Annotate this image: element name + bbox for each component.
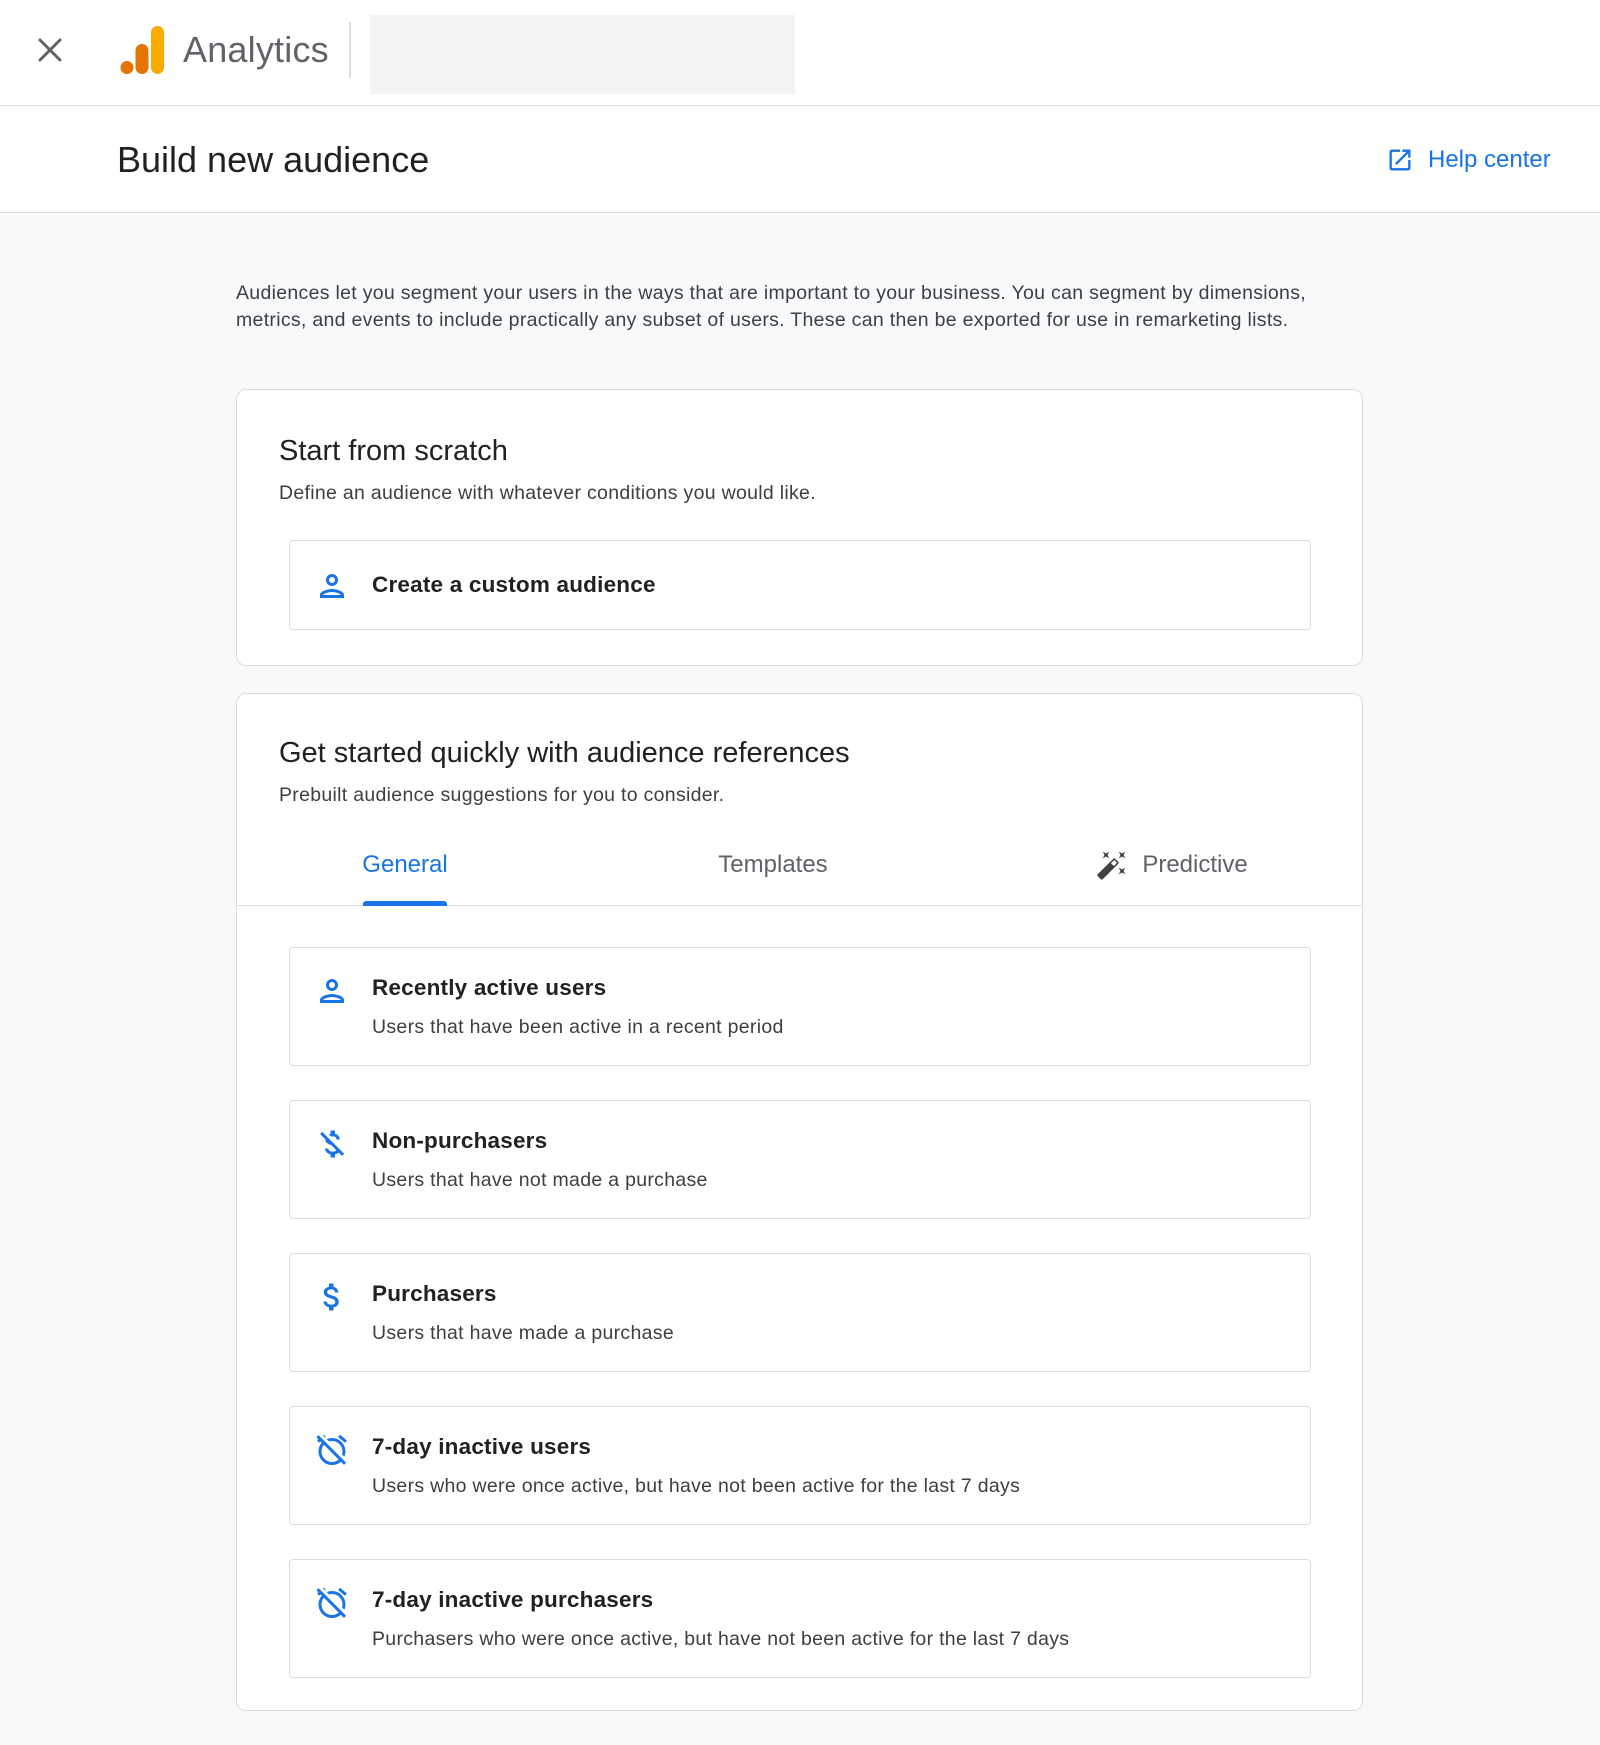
option-description: Users that have not made a purchase — [372, 1169, 708, 1191]
tab-label: General — [362, 851, 448, 878]
audience-option-7-day-inactive-users[interactable]: 7-day inactive users Users who were once… — [289, 1406, 1311, 1525]
account-selector[interactable] — [370, 15, 795, 94]
option-title: 7-day inactive purchasers — [372, 1587, 654, 1612]
audience-references-card: Get started quickly with audience refere… — [236, 693, 1363, 1711]
help-center-label: Help center — [1428, 146, 1551, 173]
close-button[interactable] — [26, 26, 74, 74]
alarm-off-icon — [316, 1434, 347, 1465]
tab-predictive[interactable]: Predictive — [1047, 824, 1297, 906]
help-center-link[interactable]: Help center — [1386, 142, 1551, 178]
money-off-icon — [320, 1130, 345, 1158]
audience-option-7-day-inactive-purchasers[interactable]: 7-day inactive purchasers Purchasers who… — [289, 1559, 1311, 1678]
title-bar: Build new audience Help center — [0, 106, 1600, 213]
person-icon — [320, 979, 344, 1003]
tab-label: Predictive — [1142, 851, 1248, 878]
start-from-scratch-card: Start from scratch Define an audience wi… — [236, 389, 1363, 666]
close-icon — [38, 38, 62, 62]
tab-templates[interactable]: Templates — [673, 824, 873, 906]
card-title: Start from scratch — [279, 435, 508, 467]
option-title: Purchasers — [372, 1281, 497, 1306]
header-divider — [349, 22, 351, 78]
open-in-new-icon — [1389, 149, 1411, 171]
card-title: Get started quickly with audience refere… — [279, 737, 850, 769]
top-app-bar: Analytics — [0, 0, 1600, 106]
tab-general[interactable]: General — [337, 824, 473, 906]
page-title: Build new audience — [117, 139, 430, 180]
tab-bar: General Templates Predictive — [237, 824, 1362, 906]
option-title: Recently active users — [372, 975, 607, 1000]
intro-text: Audiences let you segment your users in … — [236, 282, 1306, 331]
audience-option-purchasers[interactable]: Purchasers Users that have made a purcha… — [289, 1253, 1311, 1372]
option-description: Users that have been active in a recent … — [372, 1016, 784, 1038]
app-name: Analytics — [183, 29, 329, 70]
person-icon — [320, 574, 344, 598]
option-description: Users who were once active, but have not… — [372, 1475, 1021, 1497]
card-subtitle: Prebuilt audience suggestions for you to… — [279, 784, 725, 806]
audience-option-recently-active-users[interactable]: Recently active users Users that have be… — [289, 947, 1311, 1066]
option-title: Non-purchasers — [372, 1128, 548, 1153]
magic-wand-icon — [1097, 851, 1126, 880]
tab-label: Templates — [718, 851, 828, 878]
option-title: 7-day inactive users — [372, 1434, 592, 1459]
active-tab-indicator — [363, 901, 447, 906]
card-subtitle: Define an audience with whatever conditi… — [279, 482, 816, 504]
create-custom-audience-option[interactable]: Create a custom audience — [289, 540, 1311, 630]
analytics-logo-icon — [120, 26, 164, 74]
dollar-icon — [323, 1283, 339, 1311]
option-title: Create a custom audience — [372, 572, 656, 597]
option-description: Purchasers who were once active, but hav… — [372, 1628, 1070, 1650]
option-description: Users that have made a purchase — [372, 1322, 674, 1344]
alarm-off-icon — [316, 1587, 347, 1618]
audience-option-non-purchasers[interactable]: Non-purchasers Users that have not made … — [289, 1100, 1311, 1219]
